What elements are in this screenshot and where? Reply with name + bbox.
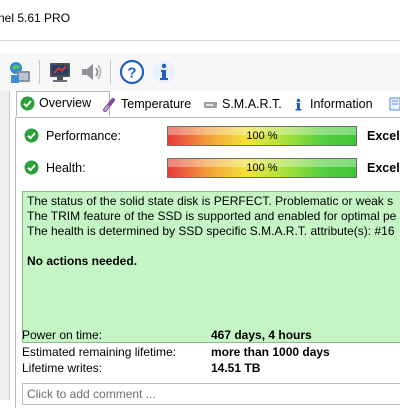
menu-bar [0,41,400,53]
toolbar: ? [0,53,400,91]
health-label: Health: [46,161,86,175]
status-line: The TRIM feature of the SSD is supported… [27,209,397,223]
tab-temperature[interactable]: Temperature [99,93,191,116]
toolbar-separator [110,60,111,84]
power-on-value: 467 days, 4 hours [211,328,312,342]
status-message-box: The status of the solid state disk is PE… [22,191,400,343]
performance-percent: 100 % [246,130,278,142]
window-title: nel 5.61 PRO [0,11,71,25]
svg-text:?: ? [127,65,136,82]
performance-bar: 100 % [167,126,357,146]
info-icon[interactable] [151,59,177,85]
performance-rating: Excell [367,129,400,143]
tab-label: Temperature [121,97,192,111]
writes-value: 14.51 TB [211,361,261,375]
toolbar-separator [39,60,40,84]
tab-overview[interactable]: Overview [16,91,110,116]
power-on-label: Power on time: [22,328,103,342]
writes-label: Lifetime writes: [22,361,103,375]
check-icon [24,128,39,143]
check-icon [24,160,39,175]
check-icon [20,96,35,111]
performance-label: Performance: [46,129,122,143]
speaker-icon[interactable] [78,59,104,85]
action-text: No actions needed. [27,254,138,268]
health-rating: Excell [367,161,400,175]
tab-more[interactable] [385,93,400,116]
health-percent: 100 % [246,162,278,174]
tab-label: Information [310,97,373,111]
tab-smart[interactable]: S.M.A.R.T. [200,93,282,116]
lifetime-label: Estimated remaining lifetime: [22,345,177,359]
left-drive-panel[interactable] [0,91,10,400]
status-spacer [27,239,400,254]
tab-bar: Overview Temperature S.M.A.R.T. Informat… [15,91,400,117]
status-line: The status of the solid state disk is PE… [27,194,394,208]
title-bar: nel 5.61 PRO [0,0,400,40]
info-icon [291,97,306,112]
thermometer-icon [102,97,117,112]
drive-icon [203,97,218,112]
network-disk-icon[interactable] [7,59,33,85]
lifetime-value: more than 1000 days [211,345,330,359]
tab-label: S.M.A.R.T. [222,97,282,111]
comment-input[interactable] [22,383,400,405]
monitor-icon[interactable] [47,59,73,85]
health-bar: 100 % [167,158,357,178]
help-icon[interactable]: ? [119,59,145,85]
status-line: The health is determined by SSD specific… [27,224,395,238]
tab-label: Overview [39,96,92,110]
document-icon [389,97,400,111]
tab-information[interactable]: Information [288,93,373,116]
